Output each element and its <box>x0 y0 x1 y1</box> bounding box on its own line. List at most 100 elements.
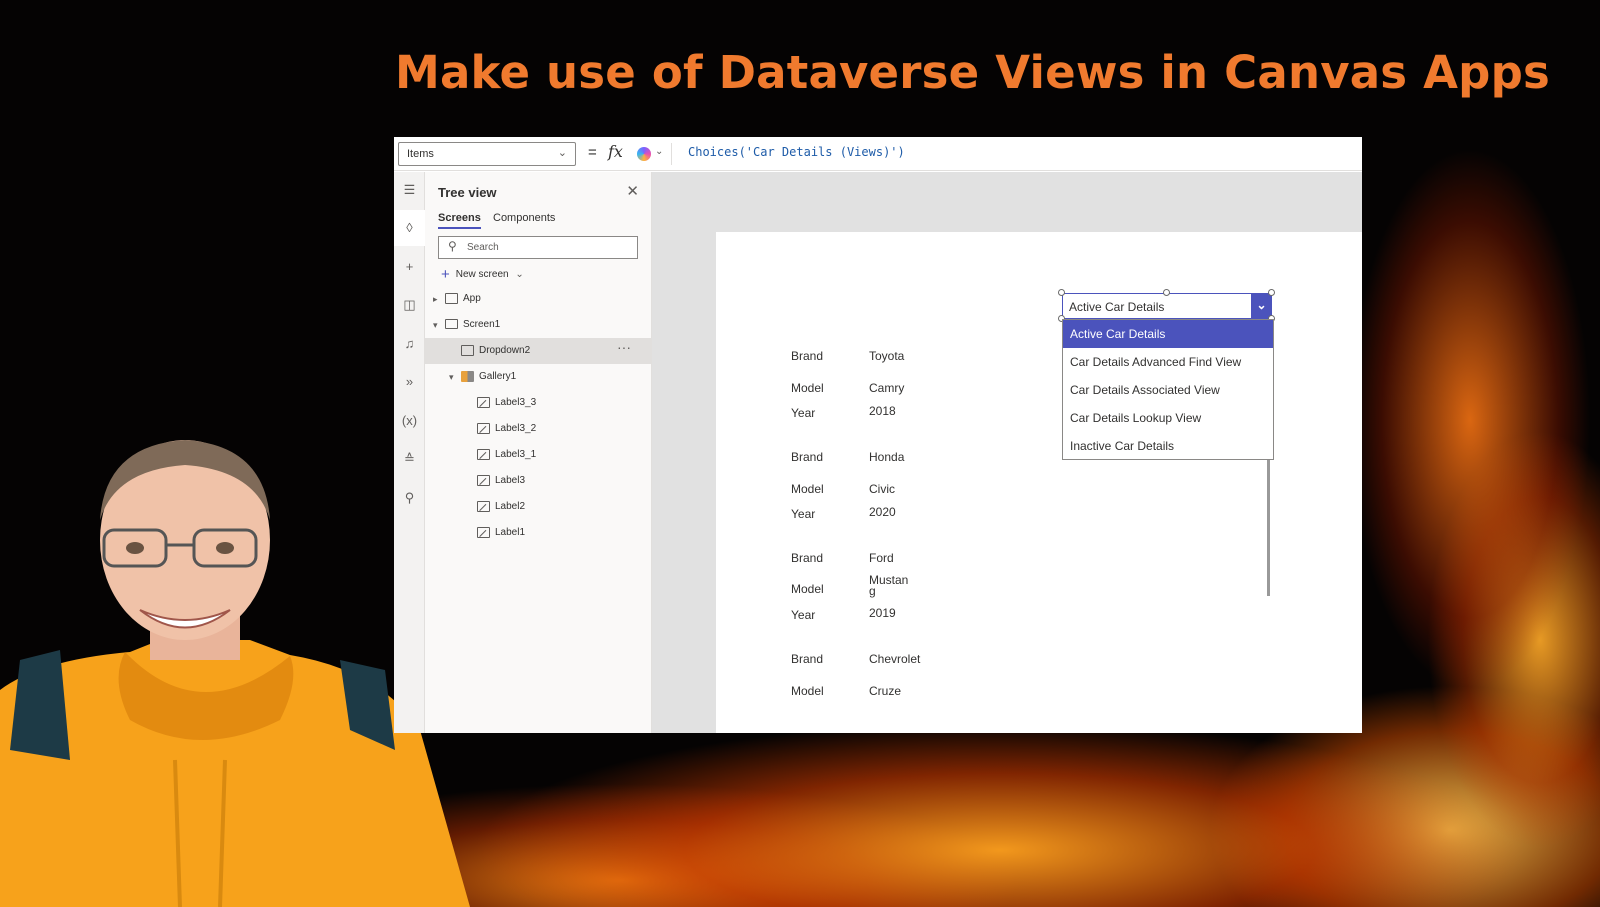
dropdown-option[interactable]: Car Details Advanced Find View <box>1063 348 1273 376</box>
tree-node-label1[interactable]: Label1 <box>425 520 651 546</box>
gallery-year-value: 2020 <box>869 505 896 519</box>
gallery-brand-label: Brand <box>791 652 824 666</box>
gallery-model-value: Camry <box>869 381 905 395</box>
copilot-button[interactable]: ⌄ <box>634 143 672 165</box>
gallery-icon <box>461 371 474 382</box>
tree-node-label: Label3 <box>495 475 526 486</box>
equals-sign: = <box>588 144 597 161</box>
label-control-icon <box>477 475 490 486</box>
gallery-year-label: Year <box>791 608 816 622</box>
tree-node-label3-3[interactable]: Label3_3 <box>425 390 651 416</box>
dropdown-control-icon <box>461 345 474 356</box>
gallery-brand-value: Ford <box>869 551 894 565</box>
new-screen-label: New screen <box>455 269 509 280</box>
tree-node-label: Dropdown2 <box>479 345 531 356</box>
formula-input[interactable]: Choices('Car Details (Views)') <box>688 145 905 159</box>
plus-icon: + <box>441 266 450 283</box>
close-icon[interactable]: ✕ <box>626 182 639 200</box>
tree-node-label: Screen1 <box>463 319 501 330</box>
tab-screens[interactable]: Screens <box>438 212 481 229</box>
gallery-year-label: Year <box>791 507 816 521</box>
search-icon: ⚲ <box>448 239 457 253</box>
gallery-brand-label: Brand <box>791 551 824 565</box>
dropdown2-control[interactable]: Active Car Details ⌄ <box>1062 293 1272 319</box>
tree-view-layers-icon[interactable]: ◊ <box>394 210 425 246</box>
fx-icon[interactable]: fx <box>608 142 623 161</box>
tree-node-label2[interactable]: Label2 <box>425 494 651 520</box>
dropdown-option[interactable]: Car Details Associated View <box>1063 376 1273 404</box>
media-icon[interactable]: ♫ <box>394 326 425 362</box>
tree-node-label: Label3_3 <box>495 397 537 408</box>
more-options-icon[interactable]: ··· <box>617 334 631 360</box>
copilot-icon <box>637 147 651 161</box>
gallery-model-label: Model <box>791 684 824 698</box>
insert-plus-icon[interactable]: + <box>394 249 425 285</box>
tree-node-label: Gallery1 <box>479 371 517 382</box>
chevron-down-icon: ⌄ <box>557 147 567 159</box>
chevron-down-icon: ⌄ <box>655 146 664 157</box>
dropdown-option[interactable]: Active Car Details <box>1063 320 1273 348</box>
property-select-value: Items <box>407 148 434 160</box>
tree-node-label3-1[interactable]: Label3_1 <box>425 442 651 468</box>
gallery-model-value: Mustan g <box>869 573 909 598</box>
label-control-icon <box>477 527 490 538</box>
dropdown-option[interactable]: Inactive Car Details <box>1063 432 1273 460</box>
tab-components[interactable]: Components <box>493 212 555 227</box>
video-headline: Make use of Dataverse Views in Canvas Ap… <box>395 46 1550 99</box>
property-select[interactable]: Items ⌄ <box>398 142 576 166</box>
tree-node-gallery1[interactable]: ▾ Gallery1 <box>425 364 651 390</box>
search-input[interactable]: ⚲ Search <box>438 236 638 259</box>
gallery-year-label: Year <box>791 406 816 420</box>
canvas-area: Brand Toyota Model Camry Year 2018 Brand… <box>652 172 1362 733</box>
resize-handle[interactable] <box>1163 289 1170 296</box>
label-control-icon <box>477 501 490 512</box>
label-control-icon <box>477 423 490 434</box>
screen-icon <box>445 319 458 329</box>
label-control-icon <box>477 397 490 408</box>
gallery-model-value: Civic <box>869 482 895 496</box>
tree-node-app[interactable]: ▸ App <box>425 286 651 312</box>
data-cylinder-icon[interactable]: ◫ <box>394 287 425 323</box>
tree-view-title: Tree view <box>438 185 497 200</box>
gallery-scrollbar[interactable] <box>1267 460 1270 596</box>
resize-handle[interactable] <box>1058 289 1065 296</box>
power-automate-icon[interactable]: » <box>394 364 425 400</box>
dropdown-options-list: Active Car Details Car Details Advanced … <box>1062 319 1274 460</box>
new-screen-button[interactable]: + New screen ⌄ <box>441 266 524 283</box>
hamburger-menu-icon[interactable]: ☰ <box>394 172 425 208</box>
search-icon[interactable]: ⚲ <box>394 480 425 516</box>
left-rail: ☰ ◊ + ◫ ♫ » (x) ≙ ⚲ <box>394 172 425 733</box>
chevron-right-icon: ▸ <box>433 294 438 304</box>
gallery-brand-value: Toyota <box>869 349 905 363</box>
tree-view-panel: Tree view ✕ Screens Components ⚲ Search … <box>425 172 652 733</box>
gallery-brand-label: Brand <box>791 349 824 363</box>
tree-node-label: Label2 <box>495 501 526 512</box>
app-icon <box>445 293 458 304</box>
search-placeholder: Search <box>467 242 499 253</box>
tree-node-label: Label1 <box>495 527 526 538</box>
tree-node-label: App <box>463 293 481 304</box>
gallery-model-value: Cruze <box>869 684 902 698</box>
screen-canvas: Brand Toyota Model Camry Year 2018 Brand… <box>716 232 1362 733</box>
resize-handle[interactable] <box>1268 289 1275 296</box>
advanced-tools-icon[interactable]: ≙ <box>394 441 425 477</box>
dropdown-option[interactable]: Car Details Lookup View <box>1063 404 1273 432</box>
dropdown-selected-value: Active Car Details <box>1069 300 1165 314</box>
gallery-brand-value: Honda <box>869 450 905 464</box>
chevron-down-icon: ▾ <box>449 372 454 382</box>
label-control-icon <box>477 449 490 460</box>
gallery-brand-value: Chevrolet <box>869 652 921 666</box>
gallery-year-value: 2018 <box>869 404 896 418</box>
variables-icon[interactable]: (x) <box>394 403 425 439</box>
formula-bar: Items ⌄ = fx ⌄ Choices('Car Details (Vie… <box>394 137 1362 171</box>
tree-node-label: Label3_1 <box>495 449 537 460</box>
gallery-model-label: Model <box>791 482 824 496</box>
tree-node-dropdown2[interactable]: Dropdown2 ··· <box>425 338 651 364</box>
gallery-model-label: Model <box>791 582 824 596</box>
chevron-down-icon: ⌄ <box>515 269 524 280</box>
gallery-year-value: 2019 <box>869 606 896 620</box>
tree-node-label3[interactable]: Label3 <box>425 468 651 494</box>
tree-node-label3-2[interactable]: Label3_2 <box>425 416 651 442</box>
gallery-brand-label: Brand <box>791 450 824 464</box>
tree-node-label: Label3_2 <box>495 423 537 434</box>
